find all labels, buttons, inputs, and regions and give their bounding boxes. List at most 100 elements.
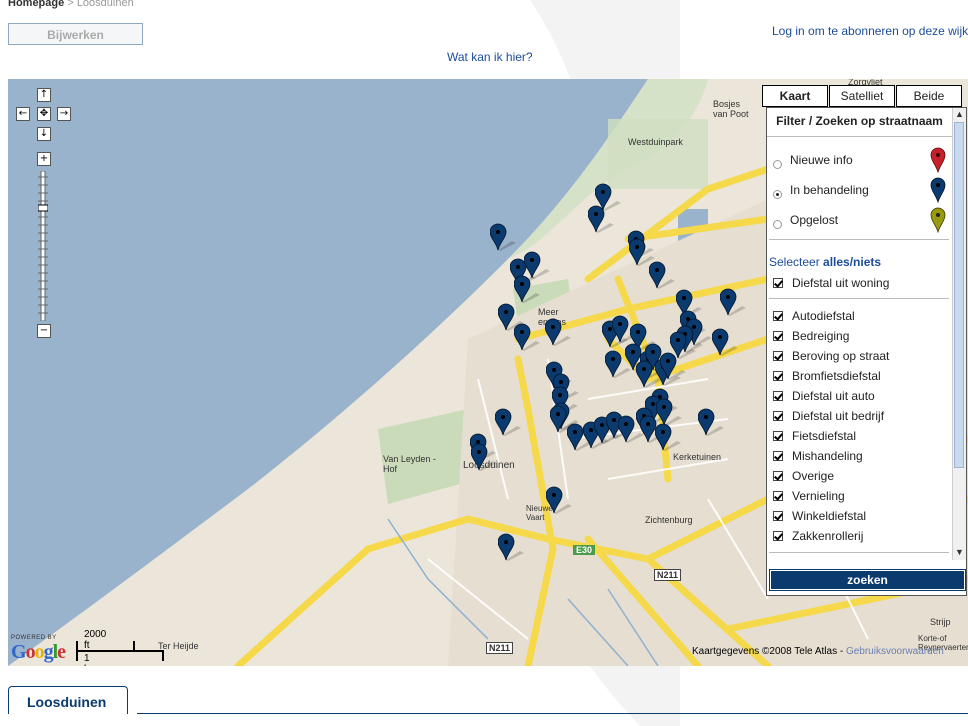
pan-right-icon[interactable]: → xyxy=(57,107,71,121)
breadcrumb-home[interactable]: Homepage xyxy=(8,0,64,9)
incident-marker[interactable] xyxy=(514,323,544,353)
category-checkbox-row[interactable]: Diefstal uit woning xyxy=(773,273,889,293)
map-label: Bosjes van Poot xyxy=(713,99,749,119)
scroll-down-icon[interactable]: ▼ xyxy=(953,546,966,559)
scroll-up-icon[interactable]: ▲ xyxy=(953,108,966,121)
pan-up-icon[interactable]: ↑ xyxy=(37,88,51,102)
category-label: Bromfietsdiefstal xyxy=(792,369,881,383)
category-checkbox-row[interactable]: Zakkenrollerij xyxy=(773,526,863,546)
status-option-in-progress[interactable]: In behandeling xyxy=(773,178,948,202)
zoom-in-icon[interactable]: + xyxy=(37,152,51,166)
radio-in-progress[interactable] xyxy=(773,189,782,199)
checkbox[interactable] xyxy=(773,491,783,501)
map-type-tabs: Kaart Satelliet Beide xyxy=(761,85,962,107)
map-label: Westduinpark xyxy=(628,137,683,147)
radio-new[interactable] xyxy=(773,159,782,169)
scroll-thumb[interactable] xyxy=(954,122,964,468)
copyright-text: Kaartgegevens ©2008 Tele Atlas - xyxy=(692,646,846,657)
pan-center-icon[interactable]: ✥ xyxy=(37,107,51,121)
checkbox[interactable] xyxy=(773,451,783,461)
pan-down-icon[interactable]: ↓ xyxy=(37,127,51,141)
select-all-link[interactable]: alles/niets xyxy=(823,255,881,269)
category-label: Mishandeling xyxy=(792,449,863,463)
category-checkbox-row[interactable]: Beroving op straat xyxy=(773,346,889,366)
incident-marker[interactable] xyxy=(649,261,679,291)
tab-kaart[interactable]: Kaart xyxy=(762,85,828,107)
checkbox[interactable] xyxy=(773,511,783,521)
checkbox[interactable] xyxy=(773,411,783,421)
checkbox[interactable] xyxy=(773,391,783,401)
category-checkbox-row[interactable]: Vernieling xyxy=(773,486,845,506)
checkbox[interactable] xyxy=(773,431,783,441)
category-checkbox-row[interactable]: Winkeldiefstal xyxy=(773,506,866,526)
category-checkbox-row[interactable]: Overige xyxy=(773,466,834,486)
yellow-marker-icon xyxy=(930,207,946,233)
zoom-slider[interactable] xyxy=(38,171,48,321)
google-logo[interactable]: POWERED BY Google xyxy=(11,635,66,664)
breadcrumb: Homepage > Loosduinen xyxy=(8,0,134,9)
category-checkbox-row[interactable]: Diefstal uit bedrijf xyxy=(773,406,884,426)
status-option-resolved[interactable]: Opgelost xyxy=(773,208,948,232)
checkbox[interactable] xyxy=(773,531,783,541)
radio-resolved[interactable] xyxy=(773,219,782,229)
divider xyxy=(769,239,949,240)
category-checkbox-row[interactable]: Bromfietsdiefstal xyxy=(773,366,881,386)
incident-marker[interactable] xyxy=(546,486,576,516)
category-label: Winkeldiefstal xyxy=(792,509,867,523)
incident-marker[interactable] xyxy=(660,352,690,382)
panel-scrollbar[interactable]: ▲ ▼ xyxy=(952,108,966,560)
category-label: Zakkenrollerij xyxy=(792,529,864,543)
scale-metric: 1 km xyxy=(84,653,97,666)
zoom-out-icon[interactable]: − xyxy=(37,324,51,338)
category-checkbox-row[interactable]: Bedreiging xyxy=(773,326,849,346)
incident-marker[interactable] xyxy=(588,205,618,235)
category-checkbox-row[interactable]: Mishandeling xyxy=(773,446,863,466)
checkbox[interactable] xyxy=(773,471,783,481)
incident-marker[interactable] xyxy=(712,328,742,358)
subscribe-login-link[interactable]: Log in om te abonneren op deze wijk xyxy=(772,24,968,38)
divider xyxy=(769,298,949,299)
pan-left-icon[interactable]: ← xyxy=(16,107,30,121)
incident-marker[interactable] xyxy=(655,423,685,453)
category-checkbox-row[interactable]: Autodiefstal xyxy=(773,306,855,326)
incident-marker[interactable] xyxy=(545,318,575,348)
terms-link[interactable]: Gebruiksvoorwaarden xyxy=(846,646,944,657)
incident-marker[interactable] xyxy=(498,533,528,563)
breadcrumb-separator: > xyxy=(67,0,74,9)
road-shield: N211 xyxy=(654,569,682,581)
incident-marker[interactable] xyxy=(720,288,750,318)
tab-beide[interactable]: Beide xyxy=(896,85,962,107)
status-option-new[interactable]: Nieuwe info xyxy=(773,148,948,172)
tab-loosduinen[interactable]: Loosduinen xyxy=(8,686,128,714)
search-button[interactable]: zoeken xyxy=(769,569,966,591)
category-label: Fietsdiefstal xyxy=(792,429,857,443)
checkbox[interactable] xyxy=(773,331,783,341)
map-canvas[interactable]: Westduinpark Bosjes van Poot Meer en Bos… xyxy=(8,79,968,666)
checkbox[interactable] xyxy=(773,278,783,288)
category-checkbox-row[interactable]: Fietsdiefstal xyxy=(773,426,856,446)
map-label: Van Leyden - Hof xyxy=(383,454,436,474)
incident-marker[interactable] xyxy=(471,443,501,473)
filter-panel: Filter / Zoeken op straatnaam Nieuwe inf… xyxy=(766,107,967,596)
category-label: Beroving op straat xyxy=(792,349,890,363)
tab-satelliet[interactable]: Satelliet xyxy=(829,85,895,107)
checkbox[interactable] xyxy=(773,351,783,361)
select-all-none[interactable]: Selecteer alles/niets xyxy=(769,255,881,269)
checkbox[interactable] xyxy=(773,311,783,321)
help-link[interactable]: Wat kan ik hier? xyxy=(447,50,533,64)
incident-marker[interactable] xyxy=(490,223,520,253)
filter-title: Filter / Zoeken op straatnaam xyxy=(767,108,952,137)
incident-marker[interactable] xyxy=(514,275,544,305)
google-wordmark: Google xyxy=(11,641,66,663)
status-label: Opgelost xyxy=(790,213,839,227)
status-label: In behandeling xyxy=(790,183,869,197)
status-label: Nieuwe info xyxy=(790,153,853,167)
category-label: Vernieling xyxy=(792,489,845,503)
update-button[interactable]: Bijwerken xyxy=(8,23,143,45)
map-label: Kerketuinen xyxy=(673,452,722,462)
checkbox[interactable] xyxy=(773,371,783,381)
category-label: Autodiefstal xyxy=(792,309,855,323)
blue-marker-icon xyxy=(930,177,946,203)
category-checkbox-row[interactable]: Diefstal uit auto xyxy=(773,386,875,406)
incident-marker[interactable] xyxy=(698,408,728,438)
